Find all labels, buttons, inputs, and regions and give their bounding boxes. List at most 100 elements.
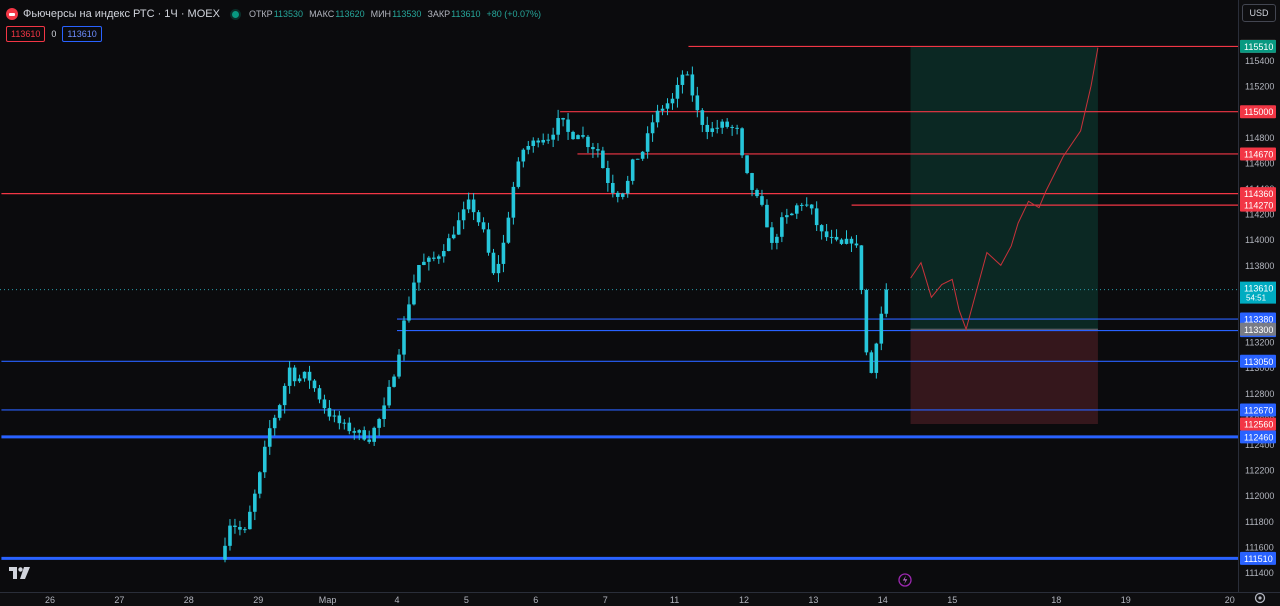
quote-row: 113610 0 113610 — [6, 26, 102, 42]
candle-body — [446, 238, 451, 252]
candle-body — [272, 417, 277, 429]
currency-selector[interactable]: USD — [1242, 4, 1276, 22]
candle-body — [486, 229, 491, 253]
y-tick-label: 114000 — [1245, 235, 1274, 245]
candle-body — [466, 199, 471, 210]
candle-body — [705, 124, 710, 132]
candle-body — [253, 493, 257, 512]
high-label: МАКС — [309, 9, 335, 19]
spread-value: 0 — [51, 29, 57, 39]
open-label: ОТКР — [248, 9, 273, 19]
x-tick-label: Мар — [319, 595, 337, 605]
candle-body — [397, 354, 401, 377]
candle-body — [566, 119, 570, 132]
candle-body — [680, 74, 685, 85]
candle-body — [506, 217, 511, 243]
candle-body — [456, 220, 461, 235]
candle-body — [476, 212, 481, 223]
candle-body — [297, 378, 302, 382]
candle-body — [775, 236, 779, 243]
candle-body — [829, 236, 834, 238]
target-badge-text: 115510 — [1244, 42, 1273, 52]
candle-body — [516, 161, 521, 187]
candle-body — [824, 231, 829, 238]
y-tick-label: 113800 — [1245, 261, 1274, 271]
candle-body — [402, 320, 406, 355]
gear-icon[interactable] — [1253, 591, 1267, 605]
y-tick-label: 115400 — [1245, 56, 1274, 66]
candle-body — [436, 256, 441, 259]
candle-body — [352, 431, 357, 433]
candle-body — [834, 236, 839, 240]
candle-body — [243, 529, 247, 531]
candle-body — [561, 118, 565, 120]
candle-body — [556, 118, 560, 135]
y-tick-label: 115200 — [1245, 82, 1274, 92]
candle-body — [307, 371, 312, 381]
level-badge-114270-text: 114270 — [1244, 201, 1273, 211]
candle-body — [258, 472, 262, 494]
candle-body — [262, 446, 267, 473]
candle-body — [481, 222, 486, 230]
candle-body — [814, 208, 819, 226]
x-tick-label: 7 — [603, 595, 608, 605]
profit-zone[interactable] — [910, 46, 1098, 330]
x-tick-label: 19 — [1121, 595, 1131, 605]
price-chart[interactable]: 1154001152001150001148001146001144001142… — [0, 0, 1280, 606]
candle-body — [377, 419, 381, 428]
candle-body — [317, 388, 322, 400]
candle-body — [332, 415, 337, 417]
y-tick-label: 112200 — [1245, 466, 1274, 476]
price-change: +80 (+0.07%) — [486, 9, 542, 19]
candle-body — [228, 525, 232, 546]
candle-body — [780, 217, 784, 237]
level-badge-114670-text: 114670 — [1244, 149, 1273, 159]
level-badge-114360-text: 114360 — [1244, 189, 1273, 199]
candle-body — [491, 252, 496, 274]
instrument-title[interactable]: Фьючерсы на индекс РТС · 1Ч · MOEX — [23, 8, 220, 20]
x-tick-label: 18 — [1051, 595, 1061, 605]
candle-body — [854, 243, 859, 246]
candle-body — [611, 182, 615, 193]
candle-body — [233, 525, 237, 527]
candle-body — [750, 173, 754, 190]
candle-body — [710, 128, 715, 132]
x-tick-label: 13 — [808, 595, 818, 605]
candle-body — [526, 145, 531, 150]
candle-body — [804, 204, 809, 206]
level-badge-111510-text: 111510 — [1244, 554, 1273, 564]
candle-body — [581, 135, 585, 137]
candle-body — [690, 74, 695, 96]
level-badge-113050-text: 113050 — [1244, 357, 1273, 367]
buy-price-button[interactable]: 113610 — [62, 26, 102, 42]
candle-body — [670, 98, 675, 104]
candle-body — [292, 367, 297, 382]
candle-body — [392, 376, 396, 387]
entry-badge-text: 113300 — [1244, 325, 1273, 335]
candle-body — [695, 95, 700, 111]
candle-body — [223, 545, 227, 560]
candle-body — [521, 149, 526, 162]
candle-body — [591, 147, 595, 150]
y-tick-label: 113200 — [1245, 338, 1274, 348]
candle-body — [730, 126, 734, 128]
candle-body — [337, 415, 342, 424]
sell-price-button[interactable]: 113610 — [6, 26, 46, 42]
candle-body — [496, 263, 501, 274]
chart-header: Фьючерсы на индекс РТС · 1Ч · MOEX ОТКР … — [6, 5, 541, 23]
candle-body — [441, 251, 446, 257]
tradingview-logo-icon[interactable] — [9, 566, 31, 580]
candle-body — [760, 196, 764, 205]
candle-body — [576, 135, 580, 140]
candle-body — [357, 430, 362, 433]
candle-body — [640, 151, 645, 159]
candle-body — [655, 110, 660, 123]
candle-body — [755, 189, 759, 197]
open-value: 113530 — [273, 9, 304, 19]
candle-body — [407, 304, 411, 321]
candle-body — [615, 192, 620, 197]
candle-body — [342, 422, 347, 424]
candle-body — [765, 204, 769, 228]
candle-body — [601, 150, 605, 169]
x-tick-label: 12 — [739, 595, 749, 605]
